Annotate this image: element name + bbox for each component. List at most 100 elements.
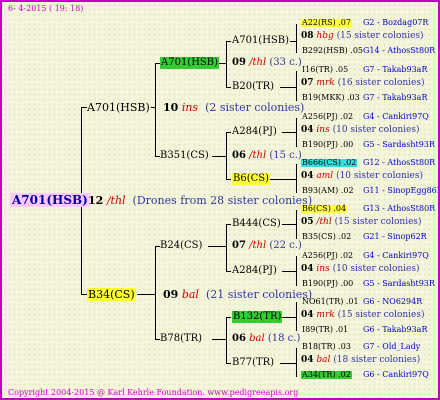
g4-note: (15 sister colonies) xyxy=(336,31,424,41)
connector xyxy=(208,246,227,247)
connector xyxy=(155,63,156,156)
connector xyxy=(151,107,156,108)
g4-note: (16 sister colonies) xyxy=(337,78,425,88)
g4-bottom-lineage: G6 - Takab93aR xyxy=(363,325,428,334)
connector xyxy=(290,41,297,42)
g4-bottom-queen: B93(AM) .02 xyxy=(302,186,354,195)
g2bb-queen: B78(TR) xyxy=(160,333,203,344)
root-queen: A701(HSB) xyxy=(10,193,90,207)
g4-top-lineage: G2 - Bozdag07R xyxy=(363,18,429,27)
connector xyxy=(226,317,227,363)
connector xyxy=(296,24,297,53)
g4-ins: mrk xyxy=(316,78,335,88)
pedigree-chart: 6- 4-2015 ( 19: 18) Copyright 2004-2015 … xyxy=(0,0,440,400)
g4-info: 07 mrk (16 sister colonies) xyxy=(301,79,425,88)
g4-num: 04 xyxy=(301,355,314,365)
connector xyxy=(282,271,297,272)
g4-info: 04 bal (18 sister colonies) xyxy=(301,356,420,365)
g4-bottom-lineage: G21 - Sinop62R xyxy=(363,232,427,241)
connector xyxy=(280,87,297,88)
g1a-note: (2 sister colonies) xyxy=(205,101,305,114)
connector xyxy=(296,71,297,101)
g1b-note: (21 sister colonies) xyxy=(205,288,313,301)
g4-ins: aml xyxy=(316,171,334,181)
g4-bottom-lineage: G11 - SinopEgg86R xyxy=(363,186,440,195)
root-note: (Drones from 28 sister colonies) xyxy=(132,194,313,207)
g4-ins: ins xyxy=(316,125,330,135)
g2bb-ins: bal xyxy=(249,333,265,344)
g4-num: 08 xyxy=(301,31,314,41)
connector xyxy=(226,41,227,87)
g2aa-queen: A701(HSB) xyxy=(160,57,220,69)
g3a4-queen: B6(CS) xyxy=(232,173,271,185)
connector xyxy=(226,87,231,88)
g3b1-queen: B444(CS) xyxy=(232,218,281,229)
connector xyxy=(226,317,231,318)
g4-top-queen: A22(RS) .07 xyxy=(301,18,352,27)
g4-top-lineage: G13 - AthosSt80R xyxy=(363,204,436,213)
g4-info: 08 hbg (15 sister colonies) xyxy=(301,32,424,41)
g4-info: 04 ins (10 sister colonies) xyxy=(301,126,420,135)
g4-bottom-queen: B190(PJ) .00 xyxy=(302,279,354,288)
connector xyxy=(269,179,297,180)
g2ab-note: (15 c.) xyxy=(269,150,302,161)
g3b3-queen: B132(TR) xyxy=(232,311,283,323)
g4-top-lineage: G4 - Cankiri97Q xyxy=(363,112,429,121)
g3a3-queen: A284(PJ) xyxy=(232,126,277,137)
g4-info: 05 /thl (15 sister colonies) xyxy=(301,218,422,227)
g1a-ins: ins xyxy=(181,101,199,114)
g3b4-queen: B77(TR) xyxy=(232,357,275,368)
g2ba-note: (22 c.) xyxy=(269,240,302,251)
g4-top-lineage: G7 - Old_Lady xyxy=(363,342,421,351)
g4-bottom-queen: B35(CS) .02 xyxy=(302,232,352,241)
root-ins: /thl xyxy=(106,194,126,207)
g2ba-num: 07 xyxy=(232,240,246,251)
connector xyxy=(226,41,231,42)
g1b-num: 09 xyxy=(163,288,179,301)
root-num: 12 xyxy=(88,194,104,207)
g4-top-lineage: G12 - AthosSt80R xyxy=(363,158,436,167)
g4-bottom-queen: B292(HSB) .05 xyxy=(302,46,363,55)
g4-top-queen: A256(PJ) .02 xyxy=(302,112,354,121)
g4-num: 04 xyxy=(301,264,314,274)
g4-note: (15 sister colonies) xyxy=(334,217,422,227)
g4-top-queen: I16(TR) .05 xyxy=(302,65,349,74)
g1a-queen: A701(HSB) xyxy=(87,101,150,114)
g1b-info: 09 bal (21 sister colonies) xyxy=(163,289,312,300)
g4-top-queen: B666(CS) .02 xyxy=(301,158,358,167)
g4-bottom-lineage: G5 - Sardasht93R xyxy=(363,279,435,288)
g4-ins: /thl xyxy=(316,217,332,227)
g2aa-info: 09 /thl (33 c.) xyxy=(232,58,302,68)
g2ba-ins: /thl xyxy=(249,240,267,251)
g2ba-queen: B24(CS) xyxy=(160,240,203,251)
g4-bottom-lineage: G6 - Cankiri97Q xyxy=(363,370,429,379)
connector xyxy=(280,363,297,364)
g4-info: 04 mrk (15 sister colonies) xyxy=(301,311,425,320)
g4-note: (15 sister colonies) xyxy=(337,310,425,320)
connector xyxy=(226,179,231,180)
connector xyxy=(226,132,231,133)
connector xyxy=(226,271,231,272)
g4-top-queen: A256(PJ) .02 xyxy=(302,251,354,260)
g4-bottom-lineage: G5 - Sardasht93R xyxy=(363,140,435,149)
copyright-footer: Copyright 2004-2015 @ Karl Kehrle Founda… xyxy=(8,388,299,397)
connector xyxy=(218,63,227,64)
g2ab-info: 06 /thl (15 c.) xyxy=(232,151,302,161)
connector xyxy=(212,156,227,157)
g4-top-lineage: G4 - Cankiri97Q xyxy=(363,251,429,260)
g4-num: 05 xyxy=(301,217,314,227)
g4-num: 07 xyxy=(301,78,314,88)
g4-ins: bal xyxy=(316,355,331,365)
g4-bottom-queen: A34(TR) .02 xyxy=(301,370,352,379)
g1b-ins: bal xyxy=(181,288,199,301)
g2aa-note: (33 c.) xyxy=(269,57,302,68)
g3a2-queen: B20(TR) xyxy=(232,81,275,92)
g4-top-lineage: G6 - NO6294R xyxy=(363,297,423,306)
connector xyxy=(226,224,231,225)
g2bb-note: (18 c.) xyxy=(267,333,301,344)
g1b-queen: B34(CS) xyxy=(87,288,136,301)
g2ab-queen: B351(CS) xyxy=(160,150,209,161)
g4-info: 04 ins (10 sister colonies) xyxy=(301,265,420,274)
g2bb-num: 06 xyxy=(232,333,246,344)
g2ab-ins: /thl xyxy=(249,150,267,161)
